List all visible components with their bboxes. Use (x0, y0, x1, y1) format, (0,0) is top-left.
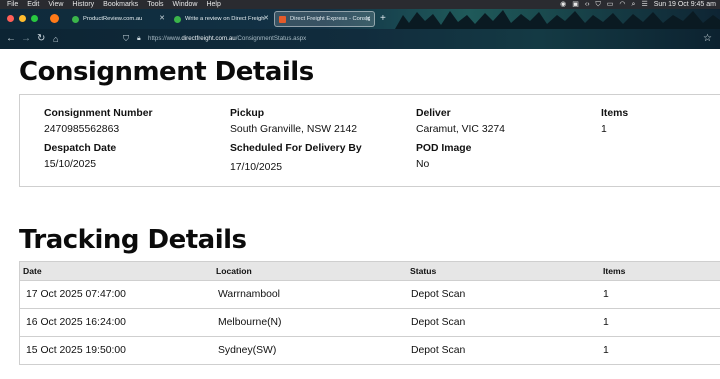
bookmark-star-icon[interactable]: ☆ (703, 32, 712, 46)
field-deliver: Deliver Caramut, VIC 3274 (416, 108, 505, 135)
field-pod-image: POD Image No (416, 143, 471, 170)
cell-date: 17 Oct 2025 07:47:00 (26, 289, 126, 300)
field-label: Scheduled For Delivery By (230, 143, 362, 154)
menu-bookmarks[interactable]: Bookmarks (103, 0, 138, 9)
tab-title: Write a review on Direct Freight (185, 16, 265, 22)
malwarebytes-icon[interactable]: ◉ (560, 0, 566, 9)
url-domain: directfreight.com.au (181, 35, 236, 42)
cell-date: 16 Oct 2025 16:24:00 (26, 317, 126, 328)
close-tab-icon[interactable]: ✕ (263, 11, 269, 27)
browser-tab-strip: ProductReview.com.au ✕ Write a review on… (0, 9, 720, 29)
cell-items: 1 (603, 345, 609, 356)
field-items: Items 1 (601, 108, 628, 135)
productreview-favicon-icon (72, 15, 79, 23)
table-row: 15 Oct 2025 19:50:00 Sydney(SW) Depot Sc… (19, 337, 720, 365)
field-label: Consignment Number (44, 108, 153, 119)
shield-status-icon[interactable]: ⛉ (596, 0, 601, 9)
new-tab-icon[interactable]: + (380, 12, 386, 26)
tracking-protection-shield-icon[interactable]: ⛉ (123, 33, 129, 45)
field-label: Deliver (416, 108, 451, 119)
field-value: 17/10/2025 (230, 162, 283, 173)
field-value: No (416, 159, 430, 170)
menu-file[interactable]: File (7, 0, 18, 9)
tab-title: ProductReview.com.au (83, 16, 143, 22)
tray-icon[interactable]: ▣ (572, 0, 579, 9)
menu-view[interactable]: View (48, 0, 63, 9)
column-header-location: Location (216, 266, 252, 276)
cell-location: Melbourne(N) (218, 317, 282, 328)
column-header-status: Status (410, 266, 437, 276)
menu-window[interactable]: Window (173, 0, 198, 9)
macos-menu-bar: File Edit View History Bookmarks Tools W… (0, 0, 720, 9)
field-label: Pickup (230, 108, 265, 119)
cell-status: Depot Scan (411, 289, 466, 300)
consignment-details-heading: Consignment Details (19, 57, 314, 87)
column-header-items: Items (603, 266, 626, 276)
field-value: 1 (601, 124, 607, 135)
menu-clock[interactable]: Sun 19 Oct 9:45 am (654, 0, 716, 9)
menu-help[interactable]: Help (206, 0, 220, 9)
field-consignment-number: Consignment Number 2470985562863 (44, 108, 153, 135)
firefox-icon[interactable] (50, 14, 59, 23)
code-icon[interactable]: ‹› (585, 0, 590, 9)
back-arrow-icon[interactable]: ← (6, 32, 16, 46)
field-despatch-date: Despatch Date 15/10/2025 (44, 143, 116, 170)
theme-forest-decoration (395, 10, 720, 29)
home-icon[interactable]: ⌂ (53, 32, 58, 46)
cell-date: 15 Oct 2025 19:50:00 (26, 345, 126, 356)
directfreight-favicon-icon (279, 15, 286, 23)
field-label: Despatch Date (44, 143, 117, 154)
url-path: /ConsignmentStatus.aspx (235, 35, 307, 42)
tab-title: Direct Freight Express - Consig (290, 16, 370, 22)
url-bar[interactable]: https://www.directfreight.com.au/Consign… (148, 33, 306, 45)
field-value: 15/10/2025 (44, 159, 97, 170)
tracking-table-header: Date Location Status Items (19, 261, 720, 281)
field-label: POD Image (416, 143, 472, 154)
url-prefix: https://www. (148, 35, 182, 42)
zoom-window-icon[interactable] (31, 15, 38, 22)
field-value: South Granville, NSW 2142 (230, 124, 358, 135)
cell-status: Depot Scan (411, 317, 466, 328)
control-center-icon[interactable]: ☰ (641, 0, 647, 9)
battery-icon[interactable]: ▭ (607, 0, 614, 9)
cell-items: 1 (603, 317, 609, 328)
wifi-icon[interactable]: ◠ (619, 0, 625, 9)
close-tab-icon[interactable]: ✕ (159, 11, 165, 27)
minimize-window-icon[interactable] (19, 15, 26, 22)
cell-items: 1 (603, 289, 609, 300)
field-scheduled-delivery: Scheduled For Delivery By 17/10/2025 (230, 143, 362, 173)
tracking-details-heading: Tracking Details (19, 225, 247, 255)
table-row: 16 Oct 2025 16:24:00 Melbourne(N) Depot … (19, 309, 720, 337)
menu-tools[interactable]: Tools (147, 0, 163, 9)
cell-location: Warrnambool (218, 289, 280, 300)
forward-arrow-icon[interactable]: → (21, 32, 31, 46)
lock-icon[interactable]: 🔒︎ (137, 33, 141, 45)
field-pickup: Pickup South Granville, NSW 2142 (230, 108, 357, 135)
field-value: 2470985562863 (44, 124, 120, 135)
tab-direct-freight[interactable]: Direct Freight Express - Consig ✕ (274, 11, 375, 27)
column-header-date: Date (23, 266, 42, 276)
field-label: Items (601, 108, 629, 119)
close-window-icon[interactable] (7, 15, 14, 22)
productreview-favicon-icon (174, 15, 181, 23)
tab-write-review[interactable]: Write a review on Direct Freight ✕ (170, 11, 272, 27)
tab-productreview[interactable]: ProductReview.com.au ✕ (68, 11, 168, 27)
table-row: 17 Oct 2025 07:47:00 Warrnambool Depot S… (19, 281, 720, 309)
search-icon[interactable]: ⌕ (632, 0, 636, 9)
browser-nav-bar: ← → ↻ ⌂ ⛉ 🔒︎ https://www.directfreight.c… (0, 29, 720, 49)
window-controls (7, 15, 38, 22)
field-value: Caramut, VIC 3274 (416, 124, 505, 135)
cell-location: Sydney(SW) (218, 345, 277, 356)
close-tab-icon[interactable]: ✕ (365, 12, 371, 28)
cell-status: Depot Scan (411, 345, 466, 356)
menu-edit[interactable]: Edit (27, 0, 39, 9)
menu-history[interactable]: History (72, 0, 94, 9)
reload-icon[interactable]: ↻ (37, 32, 45, 46)
